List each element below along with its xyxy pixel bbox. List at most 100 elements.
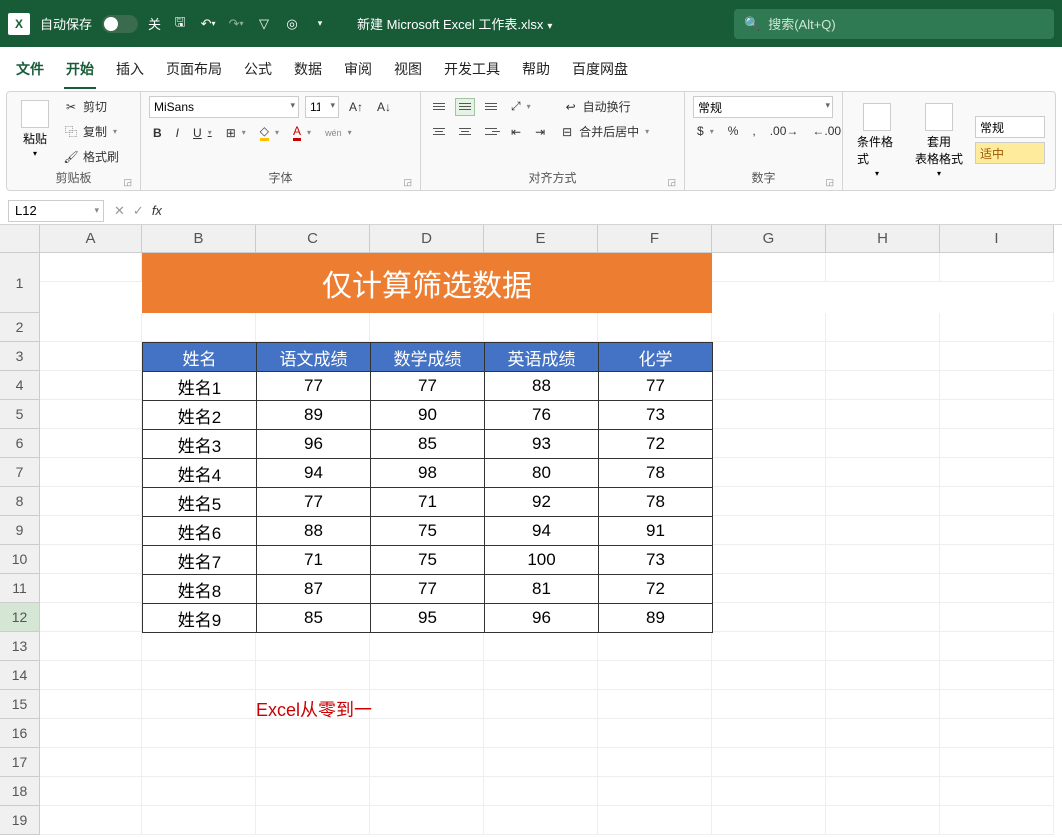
table-header[interactable]: 语文成绩	[257, 343, 371, 372]
cell[interactable]	[712, 400, 826, 429]
table-cell[interactable]: 姓名1	[143, 372, 257, 401]
customize-qat-icon[interactable]: ▾	[311, 15, 329, 33]
cell[interactable]	[712, 748, 826, 777]
table-cell[interactable]: 89	[257, 401, 371, 430]
align-right-button[interactable]	[481, 123, 501, 141]
table-cell[interactable]: 92	[485, 488, 599, 517]
search-input[interactable]: 🔍 搜索(Alt+Q)	[734, 9, 1054, 39]
cell[interactable]	[40, 748, 142, 777]
cell[interactable]	[712, 429, 826, 458]
column-header[interactable]: B	[142, 225, 256, 253]
table-cell[interactable]: 88	[257, 517, 371, 546]
cell[interactable]	[826, 748, 940, 777]
tab-百度网盘[interactable]: 百度网盘	[570, 55, 630, 89]
camera-icon[interactable]: ◎	[283, 15, 301, 33]
cell[interactable]	[940, 516, 1054, 545]
decrease-indent-button[interactable]: ⇤	[507, 123, 525, 141]
table-cell[interactable]: 姓名2	[143, 401, 257, 430]
spreadsheet[interactable]: 12345678910111213141516171819 ABCDEFGHI …	[0, 225, 1062, 835]
table-cell[interactable]: 80	[485, 459, 599, 488]
cell[interactable]	[40, 400, 142, 429]
cell[interactable]	[370, 719, 484, 748]
cell[interactable]	[484, 719, 598, 748]
cell[interactable]	[712, 632, 826, 661]
phonetic-button[interactable]: wén▾	[321, 126, 356, 140]
cell[interactable]	[826, 342, 940, 371]
cell[interactable]	[826, 516, 940, 545]
cell[interactable]	[940, 342, 1054, 371]
table-cell[interactable]: 96	[257, 430, 371, 459]
cell[interactable]	[256, 661, 370, 690]
cell[interactable]	[712, 313, 826, 342]
cell[interactable]	[826, 371, 940, 400]
cell[interactable]	[142, 661, 256, 690]
decrease-font-button[interactable]: A↓	[373, 98, 395, 116]
cell[interactable]	[40, 545, 142, 574]
font-color-button[interactable]: A▾	[289, 122, 315, 143]
tab-数据[interactable]: 数据	[292, 55, 324, 89]
filename[interactable]: 新建 Microsoft Excel 工作表.xlsx▾	[357, 14, 552, 33]
table-cell[interactable]: 78	[599, 488, 713, 517]
dialog-launcher-icon[interactable]: ◲	[825, 177, 834, 188]
table-cell[interactable]: 77	[371, 372, 485, 401]
title-banner[interactable]: 仅计算筛选数据	[142, 253, 712, 313]
table-cell[interactable]: 96	[485, 604, 599, 633]
column-header[interactable]: F	[598, 225, 712, 253]
row-header[interactable]: 7	[0, 458, 40, 487]
cell[interactable]	[826, 777, 940, 806]
cell[interactable]	[40, 516, 142, 545]
cell[interactable]	[826, 253, 940, 282]
row-header[interactable]: 8	[0, 487, 40, 516]
align-top-button[interactable]	[429, 98, 449, 116]
table-cell[interactable]: 100	[485, 546, 599, 575]
increase-font-button[interactable]: A↑	[345, 98, 367, 116]
cell[interactable]	[598, 632, 712, 661]
borders-button[interactable]: ⊞▾	[222, 124, 250, 142]
table-cell[interactable]: 姓名7	[143, 546, 257, 575]
row-header[interactable]: 18	[0, 777, 40, 806]
cancel-icon[interactable]: ✕	[114, 203, 125, 219]
table-header[interactable]: 化学	[599, 343, 713, 372]
table-cell[interactable]: 95	[371, 604, 485, 633]
row-header[interactable]: 6	[0, 429, 40, 458]
bold-button[interactable]: B	[149, 124, 166, 142]
table-cell[interactable]: 77	[599, 372, 713, 401]
tab-公式[interactable]: 公式	[242, 55, 274, 89]
fx-icon[interactable]: fx	[152, 203, 162, 219]
table-cell[interactable]: 77	[257, 372, 371, 401]
comma-button[interactable]: ,	[748, 122, 759, 140]
table-cell[interactable]: 姓名4	[143, 459, 257, 488]
tab-开发工具[interactable]: 开发工具	[442, 55, 502, 89]
cell[interactable]	[940, 690, 1054, 719]
table-cell[interactable]: 81	[485, 575, 599, 604]
cell[interactable]	[484, 777, 598, 806]
cell[interactable]	[940, 777, 1054, 806]
table-cell[interactable]: 姓名5	[143, 488, 257, 517]
number-format-select[interactable]	[693, 96, 833, 118]
dialog-launcher-icon[interactable]: ◲	[403, 177, 412, 188]
table-cell[interactable]: 91	[599, 517, 713, 546]
dialog-launcher-icon[interactable]: ◲	[667, 177, 676, 188]
cell[interactable]	[598, 661, 712, 690]
row-header[interactable]: 2	[0, 313, 40, 342]
cell[interactable]	[40, 603, 142, 632]
cut-button[interactable]: ✂剪切	[59, 96, 123, 117]
tab-审阅[interactable]: 审阅	[342, 55, 374, 89]
table-cell[interactable]: 94	[485, 517, 599, 546]
paste-button[interactable]: 粘贴 ▾	[15, 96, 55, 167]
column-header[interactable]: I	[940, 225, 1054, 253]
cell[interactable]	[940, 400, 1054, 429]
cell[interactable]	[142, 777, 256, 806]
table-cell[interactable]: 90	[371, 401, 485, 430]
cell[interactable]	[598, 806, 712, 835]
cell[interactable]	[712, 516, 826, 545]
cell[interactable]	[256, 777, 370, 806]
dialog-launcher-icon[interactable]: ◲	[123, 177, 132, 188]
row-header[interactable]: 17	[0, 748, 40, 777]
row-header[interactable]: 13	[0, 632, 40, 661]
cell[interactable]	[712, 719, 826, 748]
cell[interactable]	[40, 342, 142, 371]
wrap-text-button[interactable]: ↩自动换行	[559, 96, 635, 117]
cell[interactable]	[826, 313, 940, 342]
format-painter-button[interactable]: 🖌格式刷	[59, 146, 123, 167]
